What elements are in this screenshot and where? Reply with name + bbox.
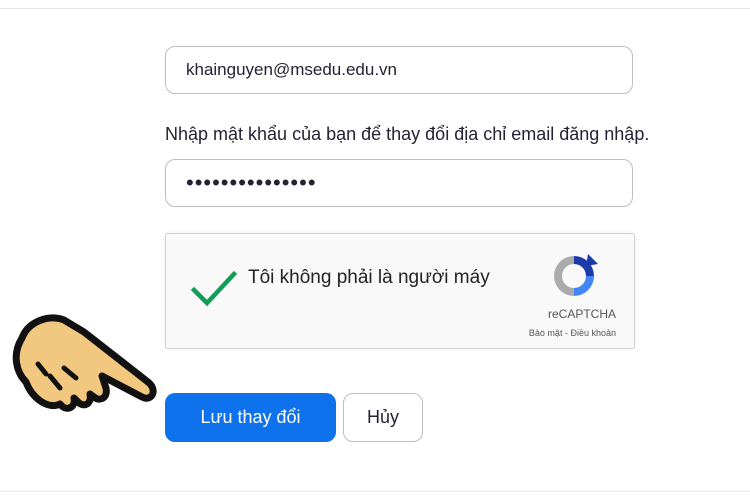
terms-link[interactable]: Điều khoản [570,328,616,338]
email-input[interactable] [165,46,633,94]
password-instruction: Nhập mật khẩu của bạn để thay đổi địa ch… [165,124,650,144]
password-input[interactable] [165,159,633,207]
recaptcha-label: Tôi không phải là người máy [248,267,490,288]
recaptcha-brand: reCAPTCHA [547,307,616,321]
pointing-hand-icon [12,314,157,412]
top-divider [0,8,750,9]
recaptcha-links: Bảo mật - Điều khoản [529,328,616,338]
cancel-button[interactable]: Hủy [343,393,423,442]
bottom-divider [0,491,750,492]
recaptcha-logo-icon [554,254,598,296]
recaptcha-checkbox[interactable] [190,268,238,308]
checkmark-icon [190,270,238,307]
privacy-link[interactable]: Bảo mật [529,328,563,338]
save-changes-button[interactable]: Lưu thay đổi [165,393,336,442]
recaptcha-widget: Tôi không phải là người máy reCAPTCHA Bả… [165,233,635,349]
